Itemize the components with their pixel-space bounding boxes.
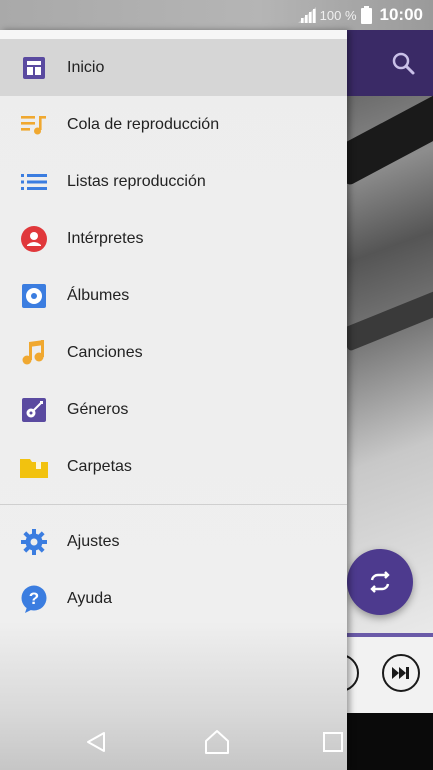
search-icon[interactable]	[388, 48, 418, 78]
artist-icon	[20, 225, 48, 253]
guitar-icon	[20, 396, 48, 424]
recents-square-icon	[323, 732, 343, 752]
drawer-item-label: Inicio	[67, 58, 105, 76]
back-triangle-icon	[87, 732, 105, 752]
drawer-item-label: Álbumes	[67, 286, 130, 304]
status-bar: 100 % 10:00	[0, 0, 433, 30]
drawer-item-canciones[interactable]: Canciones	[0, 324, 347, 381]
skip-next-icon	[392, 667, 409, 679]
drawer-item-label: Cola de reproducción	[67, 115, 220, 133]
back-button[interactable]	[82, 727, 112, 757]
next-track-button[interactable]	[382, 654, 420, 692]
repeat-icon	[370, 571, 390, 593]
folder-icon	[20, 453, 48, 481]
drawer-item-label: Canciones	[67, 343, 143, 361]
recents-button[interactable]	[318, 727, 348, 757]
clock: 10:00	[379, 5, 423, 24]
queue-music-icon	[20, 111, 48, 139]
music-note-icon	[20, 339, 48, 367]
shuffle-repeat-button[interactable]	[347, 549, 413, 615]
drawer-item-ajustes[interactable]: Ajustes	[0, 513, 347, 570]
drawer-item-generos[interactable]: Géneros	[0, 381, 347, 438]
drawer-item-label: Ajustes	[67, 532, 120, 550]
album-icon	[20, 282, 48, 310]
drawer-item-ayuda[interactable]: ? Ayuda	[0, 570, 347, 627]
home-icon	[205, 730, 229, 754]
signal-icon	[297, 7, 316, 23]
drawer-item-cola-reproduccion[interactable]: Cola de reproducción	[0, 96, 347, 153]
playlist-icon	[20, 168, 48, 196]
navigation-drawer: Inicio Cola de reproducción Listas repro…	[0, 30, 347, 770]
settings-gear-icon	[20, 528, 48, 556]
drawer-item-interpretes[interactable]: Intérpretes	[0, 210, 347, 267]
drawer-item-albumes[interactable]: Álbumes	[0, 267, 347, 324]
drawer-item-carpetas[interactable]: Carpetas	[0, 438, 347, 495]
battery-icon	[360, 6, 372, 24]
drawer-item-label: Listas reproducción	[67, 172, 206, 190]
battery-percent: 100 %	[319, 7, 357, 23]
svg-text:?: ?	[29, 589, 39, 608]
drawer-item-label: Carpetas	[67, 457, 132, 475]
drawer-divider	[0, 504, 347, 505]
drawer-item-label: Géneros	[67, 400, 129, 418]
drawer-top-strip	[0, 30, 347, 39]
drawer-item-listas-reproduccion[interactable]: Listas reproducción	[0, 153, 347, 210]
home-button[interactable]	[202, 727, 232, 757]
drawer-item-label: Ayuda	[67, 589, 113, 607]
help-icon: ?	[20, 585, 48, 613]
home-dashboard-icon	[20, 54, 48, 82]
drawer-item-label: Intérpretes	[67, 229, 144, 247]
drawer-item-inicio[interactable]: Inicio	[0, 39, 347, 96]
